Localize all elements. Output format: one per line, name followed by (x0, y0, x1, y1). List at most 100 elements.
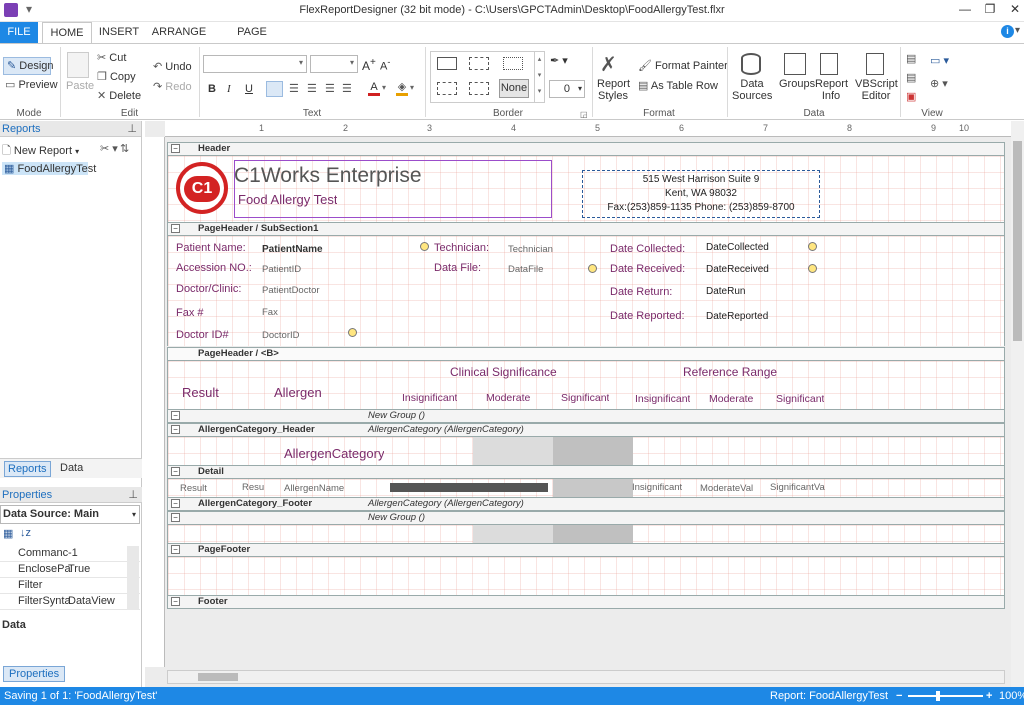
band-new-group-2[interactable]: − New Group () (167, 511, 1005, 525)
chevron-down-icon[interactable]: ▾ (382, 83, 386, 92)
c1-logo[interactable]: C1 (176, 162, 228, 214)
show-fields-icon[interactable]: ▣ (906, 90, 916, 103)
alphabetical-icon[interactable]: ↓z (20, 527, 31, 539)
property-row[interactable]: Filter (0, 578, 140, 594)
shrink-font-icon[interactable]: A- (380, 57, 390, 73)
col-result-header[interactable]: Result (182, 385, 219, 400)
font-size-combo[interactable]: ▾ (310, 55, 358, 73)
date-reported-label[interactable]: Date Reported: (610, 310, 685, 322)
sort-icon[interactable]: ⇅ (120, 142, 129, 155)
date-return-label[interactable]: Date Return: (610, 286, 672, 298)
data-file-label[interactable]: Data File: (434, 262, 481, 274)
border-dash-icon[interactable] (469, 57, 489, 70)
fax-label[interactable]: Fax # (176, 307, 204, 319)
accession-label[interactable]: Accession NO.: (176, 262, 252, 274)
tab-insert[interactable]: INSERT (95, 22, 143, 43)
shaded-cell[interactable] (553, 525, 633, 543)
delete-button[interactable]: ✕ Delete (97, 89, 141, 102)
vertical-scrollbar[interactable] (1011, 121, 1024, 687)
property-row[interactable]: FilterSynta DataView (0, 594, 140, 610)
allergen-category-field[interactable]: AllergenCategory (284, 446, 384, 461)
tab-arrange[interactable]: ARRANGE (150, 22, 208, 43)
border-width-spinner[interactable]: 0 ▾ (549, 80, 585, 98)
band-new-group-1[interactable]: − New Group () (167, 409, 1005, 423)
border-all-icon[interactable] (437, 57, 457, 70)
collapse-icon[interactable]: − (171, 144, 180, 153)
clinical-significance-header[interactable]: Clinical Significance (450, 365, 557, 379)
band-pagefooter[interactable]: − PageFooter (167, 543, 1005, 557)
zoom-icon[interactable]: ⊕ ▾ (930, 77, 948, 90)
doctor-id-field[interactable]: DoctorID (262, 330, 299, 341)
pin-icon[interactable]: ⊥ (128, 487, 138, 503)
date-run-field[interactable]: DateRun (706, 286, 745, 297)
fill-color-icon[interactable]: ◈ (396, 80, 408, 96)
property-value[interactable]: True (68, 563, 90, 575)
col-ref-significant-header[interactable]: Significant (776, 393, 824, 405)
detail-insignificant-field[interactable]: Insignificant (632, 482, 682, 493)
collapse-icon[interactable]: − (171, 411, 180, 420)
band-footer[interactable]: − Footer (167, 595, 1005, 609)
new-report-button[interactable]: 🗋 New Report ▾ (2, 142, 79, 161)
property-value[interactable]: DataView (68, 595, 115, 607)
technician-field[interactable]: Technician (508, 244, 553, 255)
shaded-cell[interactable] (553, 437, 633, 465)
border-dashdot-icon[interactable] (437, 82, 457, 95)
col-significant-header[interactable]: Significant (561, 392, 609, 404)
detail-moderate-field[interactable]: ModerateVal (700, 483, 753, 494)
zoom-slider-thumb[interactable] (936, 691, 940, 701)
shaded-cell[interactable] (473, 437, 553, 465)
grid-icon[interactable]: ▤ (906, 52, 916, 65)
categorized-icon[interactable]: ▦ (3, 527, 13, 540)
horizontal-scrollbar[interactable] (167, 670, 1005, 684)
property-scrollbar[interactable] (127, 546, 139, 610)
date-received-field[interactable]: DateReceived (706, 264, 769, 275)
report-styles-button[interactable]: Report Styles (597, 78, 630, 102)
border-dot-icon[interactable] (503, 57, 523, 70)
collapse-icon[interactable]: − (171, 425, 180, 434)
font-name-combo[interactable]: ▾ (203, 55, 307, 73)
tab-reports[interactable]: Reports (4, 461, 51, 477)
cut-button[interactable]: ✂ Cut (97, 51, 126, 64)
technician-label[interactable]: Technician: (434, 242, 489, 254)
col-ref-moderate-header[interactable]: Moderate (709, 393, 753, 405)
border-long-dash-icon[interactable] (469, 82, 489, 95)
grow-font-icon[interactable]: A+ (362, 57, 376, 73)
format-painter-button[interactable]: 🖌 Format Painter (638, 59, 728, 72)
collapse-icon[interactable]: − (171, 545, 180, 554)
band-pageheader-b[interactable]: PageHeader / <B> (167, 347, 1005, 361)
doctor-id-label[interactable]: Doctor ID# (176, 329, 229, 341)
scroll-thumb[interactable] (1013, 141, 1022, 341)
page-view-icon[interactable]: ▭ ▾ (930, 54, 949, 67)
bold-icon[interactable]: B (208, 83, 216, 95)
shaded-cell[interactable] (553, 479, 633, 497)
report-item[interactable]: ▦ FoodAllergyTest (2, 162, 96, 175)
address-line-3[interactable]: Fax:(253)859-1135 Phone: (253)859-8700 (582, 202, 820, 213)
data-sources-button[interactable]: Data Sources (732, 78, 772, 102)
band-detail[interactable]: − Detail (167, 465, 1005, 479)
collapse-icon[interactable]: − (171, 597, 180, 606)
reference-range-header[interactable]: Reference Range (683, 365, 777, 379)
date-received-label[interactable]: Date Received: (610, 263, 685, 275)
cut-report-icon[interactable]: ✂ ▾ (100, 142, 118, 155)
tab-properties[interactable]: Properties (3, 666, 66, 682)
border-gallery[interactable]: None ▴ ▾ ▾ (430, 51, 545, 103)
col-moderate-header[interactable]: Moderate (486, 392, 530, 404)
report-subtitle[interactable]: Food Allergy Test (238, 192, 337, 207)
tab-file[interactable]: FILE (0, 22, 38, 43)
doctor-clinic-label[interactable]: Doctor/Clinic: (176, 283, 241, 295)
zoom-out-icon[interactable]: − (896, 687, 902, 705)
doctor-clinic-field[interactable]: PatientDoctor (262, 285, 320, 296)
col-ref-insignificant-header[interactable]: Insignificant (635, 393, 690, 405)
groups-button[interactable]: Groups (779, 78, 815, 90)
tab-page-setup[interactable]: PAGE SETUP (218, 22, 286, 59)
detail-result-2-field[interactable]: Resu (242, 482, 264, 493)
patient-name-field[interactable]: PatientName (262, 244, 323, 255)
preview-button[interactable]: ▭ Preview (5, 78, 58, 91)
scroll-thumb[interactable] (198, 673, 238, 681)
italic-icon[interactable]: I (227, 83, 231, 95)
font-color-icon[interactable]: A (368, 81, 380, 96)
undo-button[interactable]: ↶ Undo (153, 60, 192, 73)
detail-allergen-field[interactable]: AllergenName (284, 483, 344, 494)
tab-home[interactable]: HOME (42, 22, 92, 43)
align-center-icon[interactable]: ☰ (307, 82, 317, 95)
